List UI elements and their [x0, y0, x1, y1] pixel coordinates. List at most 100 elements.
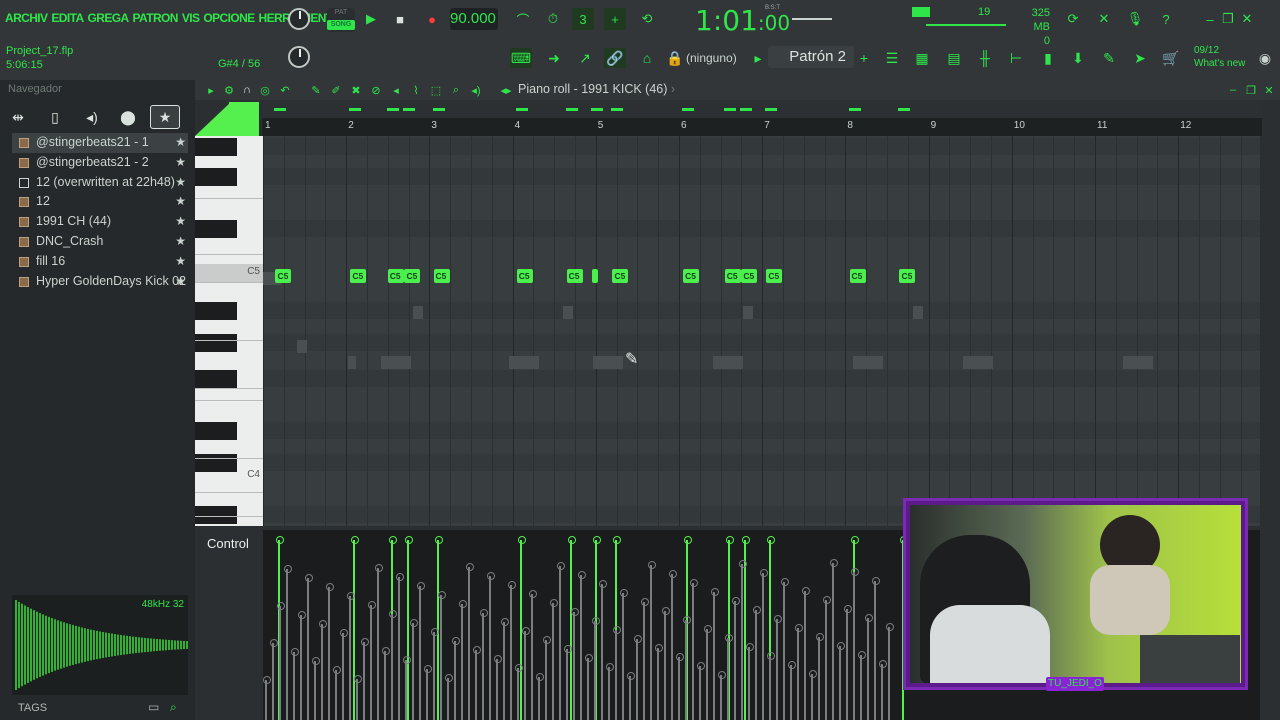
hat-icon[interactable]: ⌂ — [636, 48, 658, 68]
files-icon[interactable]: ▯ — [40, 105, 70, 129]
note-c5[interactable]: C5 — [741, 269, 758, 283]
piano-keyboard[interactable]: C5 C4 — [195, 136, 263, 526]
note-c5[interactable] — [591, 269, 598, 283]
note-c5[interactable]: C5 — [899, 269, 916, 283]
pattern-selector[interactable]: (ninguno) — [686, 51, 737, 65]
note-grid[interactable]: C5 C5 C5 C5 C5 C5 C5 C5 C5 C5 C5 C5 C5 C5 — [263, 136, 1260, 526]
note-c5[interactable]: C5 — [683, 269, 700, 283]
play-loop-icon[interactable]: ◎ — [257, 82, 273, 98]
delete-tool-icon[interactable]: ✖ — [348, 82, 364, 98]
snap-icon[interactable]: ↗ — [574, 48, 596, 68]
browser-tree-icon[interactable]: ⊢ — [1005, 48, 1027, 68]
pattern-overview[interactable] — [262, 100, 1262, 118]
tempo-display[interactable]: 90.000 — [450, 8, 498, 30]
note-c5[interactable]: C5 — [849, 269, 866, 283]
magnet-icon[interactable]: ∩ — [239, 82, 255, 98]
play-icon[interactable]: ▶ — [360, 8, 382, 30]
note-c5[interactable]: C5 — [275, 269, 292, 283]
undo-icon[interactable]: ↶ — [277, 82, 293, 98]
close-icon[interactable]: ✕ — [1236, 8, 1258, 30]
browser-item[interactable]: Hyper GoldenDays Kick 02 ★ — [12, 272, 188, 292]
mute-tool-icon[interactable]: ⊘ — [368, 82, 384, 98]
project-icon[interactable]: ▮ — [1037, 48, 1059, 68]
news-panel[interactable]: 09/12 What's new — [1194, 44, 1245, 70]
note-c5[interactable]: C5 — [566, 269, 583, 283]
record-icon[interactable]: ● — [421, 8, 443, 30]
countdown-icon[interactable]: 3 — [572, 8, 594, 30]
note-c5[interactable]: C5 — [612, 269, 629, 283]
black-key[interactable] — [195, 220, 237, 238]
mixer-icon[interactable]: ╫ — [974, 48, 996, 68]
window-close-icon[interactable]: ✕ — [1261, 82, 1277, 98]
browser-item[interactable]: 1991 CH (44) ★ — [12, 212, 188, 232]
timeline-ruler[interactable]: 1 2 3 4 5 6 7 8 9 10 11 12 — [262, 118, 1262, 136]
pencil-icon[interactable]: ✎ — [308, 82, 324, 98]
velocity-bar[interactable] — [405, 536, 414, 720]
menu-editar[interactable]: EDITA — [51, 11, 84, 25]
link-icon[interactable]: 🔗 — [604, 48, 626, 68]
browser-item[interactable]: DNC_Crash ★ — [12, 232, 188, 252]
black-key[interactable] — [195, 454, 237, 472]
note-c5[interactable]: C5 — [724, 269, 741, 283]
select-icon[interactable]: ⬚ — [428, 82, 444, 98]
plugin-icon[interactable]: ⬇ — [1067, 48, 1089, 68]
stop-icon[interactable]: ■ — [389, 8, 411, 30]
black-key[interactable] — [195, 302, 237, 320]
lock-icon[interactable]: 🔒 — [664, 48, 686, 68]
channel-rack-icon[interactable]: ▤ — [943, 48, 965, 68]
search-icon[interactable]: ⌕ — [170, 700, 177, 715]
star-icon[interactable]: ★ — [175, 133, 186, 152]
note-c5[interactable]: C5 — [387, 269, 404, 283]
star-icon[interactable]: ★ — [175, 212, 186, 231]
browser-item[interactable]: 12 ★ — [12, 192, 188, 212]
star-icon[interactable]: ★ — [175, 272, 186, 291]
zoom-icon[interactable]: ⌕ — [448, 82, 464, 98]
channel-prev-icon[interactable]: ◂▸ — [498, 82, 514, 98]
arrow-right-icon[interactable]: ➜ — [543, 48, 565, 68]
piano-roll-icon[interactable]: ▦ — [911, 48, 933, 68]
slice-icon[interactable]: ⌇ — [408, 82, 424, 98]
browser-item[interactable]: @stingerbeats21 - 2 ★ — [12, 153, 188, 173]
news-globe-icon[interactable]: ◉ — [1254, 48, 1276, 68]
all-files-icon[interactable]: ⇹ — [3, 105, 33, 129]
star-icon[interactable]: ★ — [175, 173, 186, 192]
folder-icon[interactable]: ▭ — [148, 700, 159, 714]
velocity-bar[interactable] — [567, 536, 576, 720]
star-icon[interactable]: ★ — [175, 153, 186, 172]
loop-record-icon[interactable]: ⟲ — [636, 8, 658, 30]
tools-icon[interactable]: ⚙ — [221, 82, 237, 98]
paint-icon[interactable]: ✐ — [328, 82, 344, 98]
step-edit-icon[interactable]: + — [604, 8, 626, 30]
black-key[interactable] — [195, 168, 237, 186]
speaker-icon[interactable]: ◂) — [77, 105, 107, 129]
vertical-scrollbar[interactable] — [1262, 136, 1280, 720]
playlist-icon[interactable]: ☰ — [881, 48, 903, 68]
wait-input-icon[interactable]: ⏱ — [542, 8, 564, 30]
slip-icon[interactable]: ◂ — [388, 82, 404, 98]
star-icon[interactable]: ★ — [175, 252, 186, 271]
master-volume-knob[interactable] — [288, 8, 310, 30]
note-c5[interactable]: C5 — [433, 269, 450, 283]
browser-item[interactable]: @stingerbeats21 - 1 ★ — [12, 133, 188, 153]
piano-roll-channel[interactable]: 1991 KICK (46) — [581, 82, 667, 96]
black-key[interactable] — [195, 138, 237, 156]
black-key[interactable] — [195, 506, 237, 524]
picker-icon[interactable]: ✎ — [1098, 48, 1120, 68]
menu-agregar[interactable]: GREGA — [88, 11, 130, 25]
note-color-selector[interactable] — [195, 100, 263, 136]
window-minimize-icon[interactable]: – — [1225, 82, 1241, 98]
browser-item[interactable]: fill 16 ★ — [12, 252, 188, 272]
menu-patron[interactable]: PATRON — [133, 11, 179, 25]
note-c5[interactable]: C5 — [766, 269, 783, 283]
pattern-name[interactable]: Patrón 2 — [768, 46, 854, 68]
sample-waveform-preview[interactable]: 48kHz 32 — [12, 595, 188, 695]
note-c5[interactable]: C5 — [350, 269, 367, 283]
menu-opciones[interactable]: OPCIONE — [203, 11, 255, 25]
menu-vista[interactable]: VIS — [182, 11, 200, 25]
cut-icon[interactable]: ✕ — [1093, 8, 1115, 30]
metronome-icon[interactable]: ⌒ — [512, 8, 534, 30]
refresh-icon[interactable]: ⟳ — [1062, 8, 1084, 30]
note-c5[interactable]: C5 — [404, 269, 421, 283]
control-label[interactable]: Control — [207, 536, 249, 551]
black-key[interactable] — [195, 370, 237, 388]
